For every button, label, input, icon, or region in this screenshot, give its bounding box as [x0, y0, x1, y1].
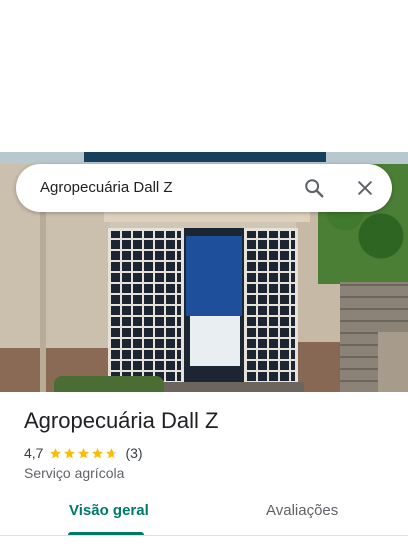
tab-divider	[0, 535, 408, 536]
close-icon	[358, 181, 372, 195]
photo-left-gate	[108, 228, 184, 384]
photo-store-sign	[84, 152, 326, 162]
photo-right-gate	[244, 228, 298, 384]
place-category[interactable]: Serviço agrícola	[24, 465, 124, 481]
photo-pipe	[40, 192, 46, 392]
search-bar[interactable]: Agropecuária Dall Z	[16, 164, 392, 212]
search-button[interactable]	[300, 174, 328, 202]
star-icon	[50, 447, 62, 458]
place-title: Agropecuária Dall Z	[24, 408, 219, 433]
rating-value: 4,7	[24, 445, 44, 461]
photo-counter	[190, 316, 240, 366]
photo-blocks	[378, 332, 408, 392]
blank-header-area	[0, 0, 408, 152]
tab-reviews[interactable]: Avaliações	[266, 502, 338, 519]
star-icon	[78, 447, 90, 458]
close-button[interactable]	[351, 174, 379, 202]
photo-plants	[54, 376, 164, 392]
star-icon	[92, 447, 104, 458]
photo-blue-wall	[186, 236, 242, 316]
star-rating	[49, 447, 119, 460]
tab-overview[interactable]: Visão geral	[69, 502, 149, 519]
star-icon	[64, 447, 76, 458]
rating-row[interactable]: 4,7 (3)	[24, 443, 143, 463]
star-icon	[106, 447, 118, 458]
review-count: (3)	[125, 445, 143, 461]
search-input[interactable]: Agropecuária Dall Z	[40, 164, 173, 212]
search-icon	[305, 179, 324, 198]
